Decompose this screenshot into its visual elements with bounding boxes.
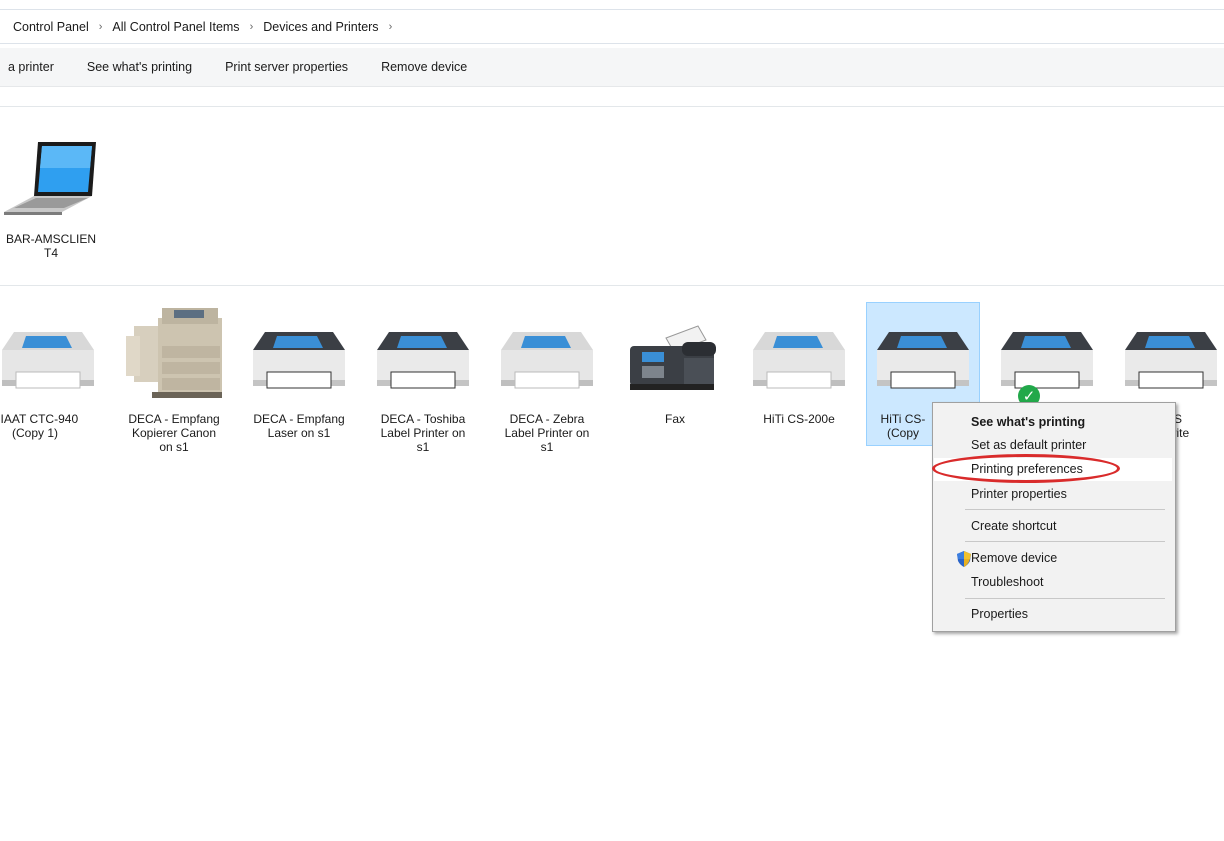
breadcrumb-devices-printers[interactable]: Devices and Printers <box>261 20 380 34</box>
printer-dark-icon <box>377 332 469 389</box>
device-label: DECA - Empfang Laser on s1 <box>253 412 345 440</box>
printer-deca-zebra[interactable]: DECA - Zebra Label Printer on s1 <box>488 318 606 454</box>
chevron-right-icon[interactable]: › <box>99 21 103 33</box>
menu-properties[interactable]: Properties <box>971 604 1028 624</box>
section-divider <box>0 106 1224 107</box>
printer-ciaat[interactable]: CIAAT CTC-940 (Copy 1) <box>0 318 110 448</box>
uac-shield-icon <box>957 551 971 567</box>
breadcrumb-control-panel[interactable]: Control Panel <box>11 20 91 34</box>
menu-separator <box>965 541 1165 542</box>
copier-icon <box>126 308 222 398</box>
chevron-right-icon[interactable]: › <box>250 21 254 33</box>
printer-deca-toshiba[interactable]: DECA - Toshiba Label Printer on s1 <box>364 318 482 454</box>
context-menu: See what's printing Set as default print… <box>932 402 1176 632</box>
printer-hiti-200e[interactable]: HiTi CS-200e <box>740 318 858 448</box>
menu-separator <box>965 598 1165 599</box>
remove-device-button[interactable]: Remove device <box>381 60 467 74</box>
device-label: DECA - Toshiba Label Printer on s1 <box>380 412 466 454</box>
device-computer[interactable]: BAR-AMSCLIEN T4 <box>0 140 116 270</box>
add-printer-button[interactable]: a printer <box>8 60 54 74</box>
printer-deca-laser[interactable]: DECA - Empfang Laser on s1 <box>240 318 358 448</box>
menu-see-whats-printing[interactable]: See what's printing <box>971 412 1085 432</box>
breadcrumb: Control Panel › All Control Panel Items … <box>0 10 1224 44</box>
menu-create-shortcut[interactable]: Create shortcut <box>971 516 1056 536</box>
chevron-right-icon[interactable]: › <box>389 21 393 33</box>
device-label: DECA - Empfang Kopierer Canon on s1 <box>128 412 220 454</box>
menu-printer-properties[interactable]: Printer properties <box>971 484 1067 504</box>
breadcrumb-all-items[interactable]: All Control Panel Items <box>110 20 241 34</box>
printer-deca-kopierer[interactable]: DECA - Empfang Kopierer Canon on s1 <box>116 306 232 456</box>
command-bar: a printer See what's printing Print serv… <box>0 48 1224 87</box>
printer-grey-icon <box>2 332 94 389</box>
printer-dark-icon <box>1001 332 1093 389</box>
device-label: CIAAT CTC-940 (Copy 1) <box>0 412 79 440</box>
printer-grey-icon <box>753 332 845 389</box>
menu-set-default-printer[interactable]: Set as default printer <box>971 435 1086 455</box>
device-label: Fax <box>664 412 685 426</box>
device-label: BAR-AMSCLIEN T4 <box>5 232 97 260</box>
laptop-icon <box>4 142 96 215</box>
see-whats-printing-button[interactable]: See what's printing <box>87 60 192 74</box>
print-server-properties-button[interactable]: Print server properties <box>225 60 348 74</box>
printer-dark-icon <box>877 332 969 389</box>
annotation-highlight-circle <box>932 454 1120 483</box>
menu-troubleshoot[interactable]: Troubleshoot <box>971 572 1044 592</box>
menu-separator <box>965 509 1165 510</box>
printer-dark-icon <box>253 332 345 389</box>
device-label: HiTi CS-200e <box>763 412 835 426</box>
printer-dark-icon <box>1125 332 1217 389</box>
printer-grey-icon <box>501 332 593 389</box>
device-label: DECA - Zebra Label Printer on s1 <box>504 412 590 454</box>
menu-remove-device[interactable]: Remove device <box>971 548 1057 568</box>
fax-icon <box>630 325 716 390</box>
section-divider <box>0 285 1224 286</box>
printer-fax[interactable]: Fax <box>616 318 734 448</box>
